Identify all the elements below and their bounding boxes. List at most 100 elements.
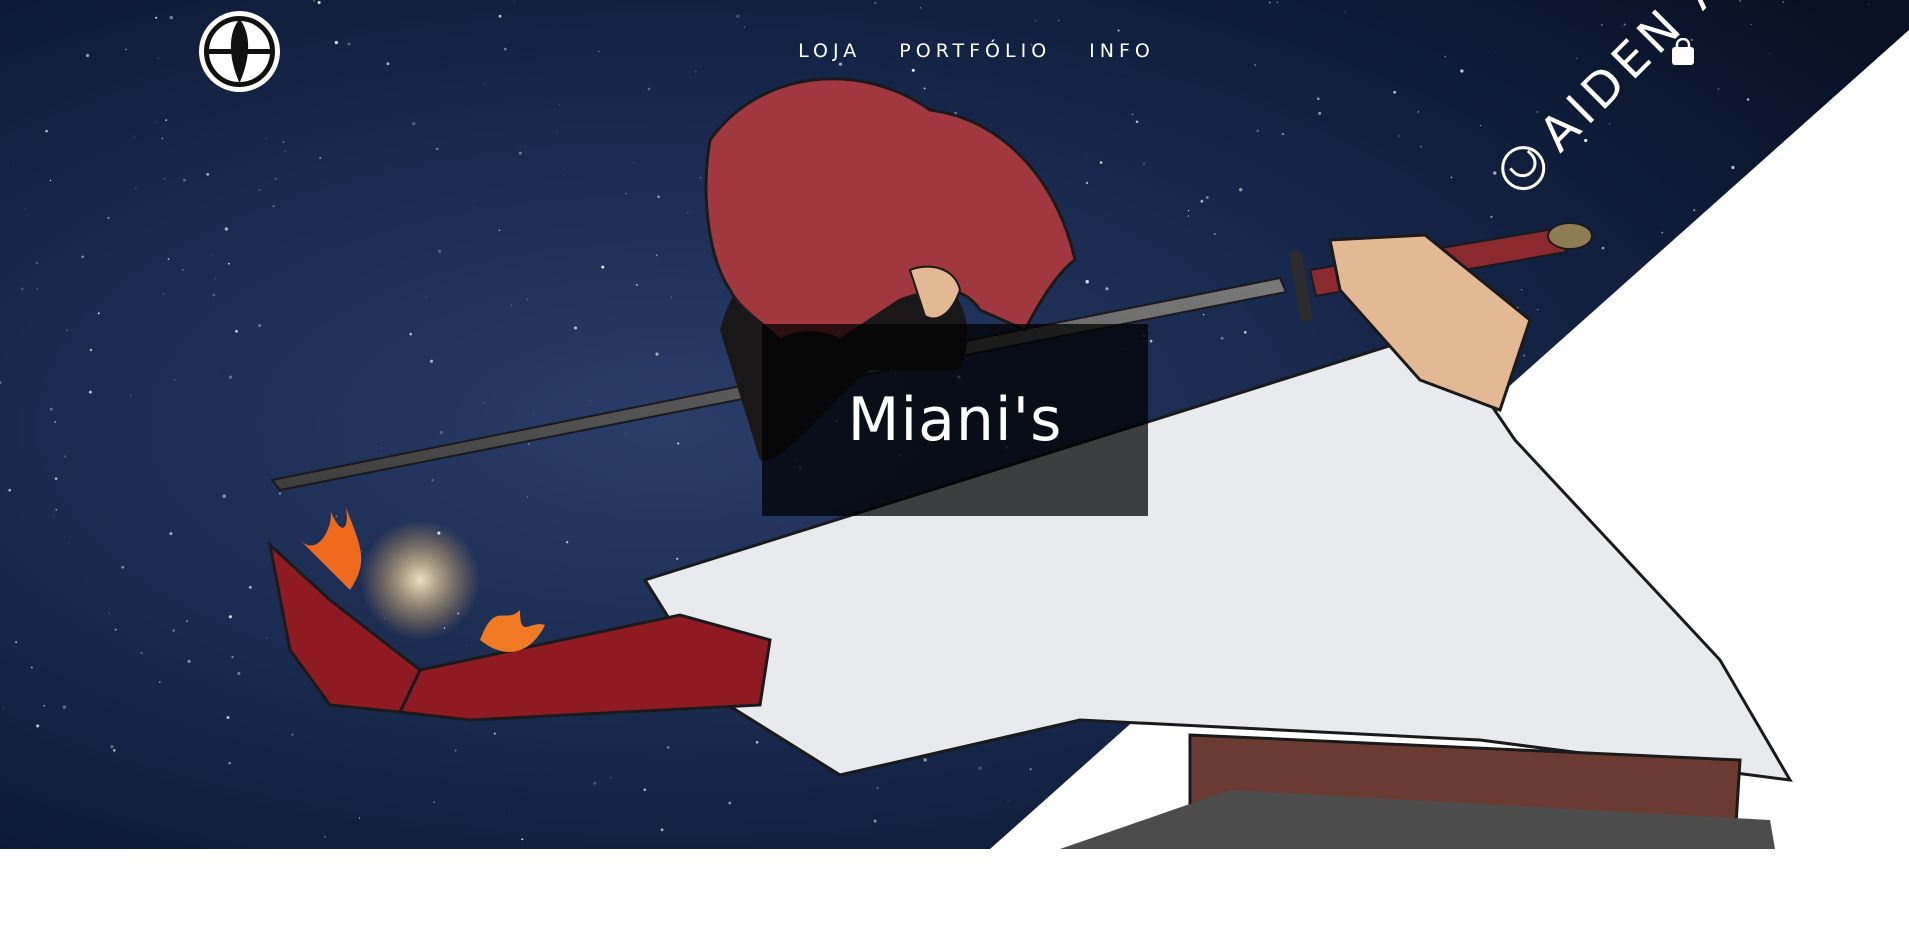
star — [483, 402, 485, 403]
star — [470, 640, 472, 642]
star — [228, 761, 231, 765]
star — [1460, 69, 1464, 73]
star — [1029, 768, 1032, 771]
star — [231, 656, 234, 659]
star — [130, 394, 132, 396]
star — [1200, 199, 1204, 203]
star — [64, 455, 67, 458]
star — [429, 359, 434, 363]
star — [237, 671, 241, 675]
star — [1318, 111, 1322, 115]
star — [433, 801, 435, 803]
star — [54, 420, 57, 423]
star — [1281, 133, 1284, 136]
star — [206, 173, 210, 176]
nav-item-info[interactable]: INFO — [1089, 36, 1155, 66]
star — [52, 516, 54, 518]
star — [317, 1, 321, 4]
star — [68, 542, 70, 543]
star — [609, 776, 611, 779]
star — [1202, 313, 1205, 316]
star — [435, 147, 439, 151]
star — [874, 1, 877, 5]
star — [558, 104, 560, 106]
star — [518, 151, 522, 155]
star — [660, 828, 664, 832]
star — [1480, 125, 1482, 127]
star — [1417, 111, 1420, 113]
star — [527, 496, 529, 498]
star — [265, 138, 267, 140]
star — [36, 288, 38, 290]
star — [472, 206, 474, 208]
star — [919, 7, 922, 9]
star — [205, 133, 207, 135]
star — [49, 407, 53, 411]
star — [1608, 122, 1611, 125]
star — [1105, 287, 1109, 291]
star — [1122, 79, 1123, 81]
star — [54, 477, 58, 480]
star — [655, 352, 659, 356]
star — [335, 515, 338, 518]
star — [155, 16, 158, 19]
star — [248, 585, 252, 589]
star — [211, 254, 213, 256]
star — [228, 615, 232, 619]
star — [1450, 176, 1453, 179]
star — [744, 26, 746, 28]
star — [655, 254, 658, 257]
star — [187, 659, 191, 663]
star — [566, 541, 569, 544]
star — [1868, 3, 1870, 5]
star — [533, 414, 535, 415]
star — [1661, 231, 1664, 234]
star — [15, 641, 18, 644]
star — [110, 745, 114, 749]
nav-item-loja[interactable]: LOJA — [798, 36, 861, 66]
nav-item-portfolio[interactable]: PORTFÓLIO — [899, 36, 1051, 66]
star — [381, 447, 383, 449]
star — [226, 716, 230, 719]
star — [657, 195, 660, 199]
star — [1243, 330, 1247, 334]
star — [498, 14, 502, 18]
star — [677, 442, 680, 445]
star — [666, 746, 670, 749]
star — [172, 629, 176, 632]
star — [228, 262, 230, 265]
star — [736, 14, 740, 18]
star — [224, 227, 229, 231]
star — [169, 532, 173, 536]
star — [1220, 336, 1224, 340]
star — [217, 375, 219, 376]
star — [31, 666, 33, 669]
star — [625, 193, 627, 195]
star — [1213, 233, 1216, 235]
star — [1731, 165, 1735, 170]
star — [1750, 23, 1752, 26]
star — [563, 174, 565, 175]
star — [274, 177, 277, 180]
star — [526, 298, 528, 301]
star — [699, 177, 702, 179]
star — [412, 122, 416, 126]
page-below-fold — [0, 849, 1909, 936]
star — [20, 287, 24, 291]
star — [1393, 90, 1396, 94]
star — [923, 758, 927, 762]
star — [278, 492, 282, 495]
star — [107, 217, 110, 219]
star — [873, 819, 877, 823]
star — [687, 212, 689, 214]
hero-banner: LOJA PORTFÓLIO INFO AIDEN AKAGI Miani's — [0, 0, 1909, 849]
star — [508, 811, 510, 813]
star — [1523, 354, 1526, 357]
star — [361, 550, 363, 552]
star — [284, 150, 286, 152]
star — [676, 557, 679, 560]
star — [573, 326, 578, 330]
star — [165, 119, 168, 121]
star — [161, 137, 164, 140]
star — [173, 378, 176, 381]
